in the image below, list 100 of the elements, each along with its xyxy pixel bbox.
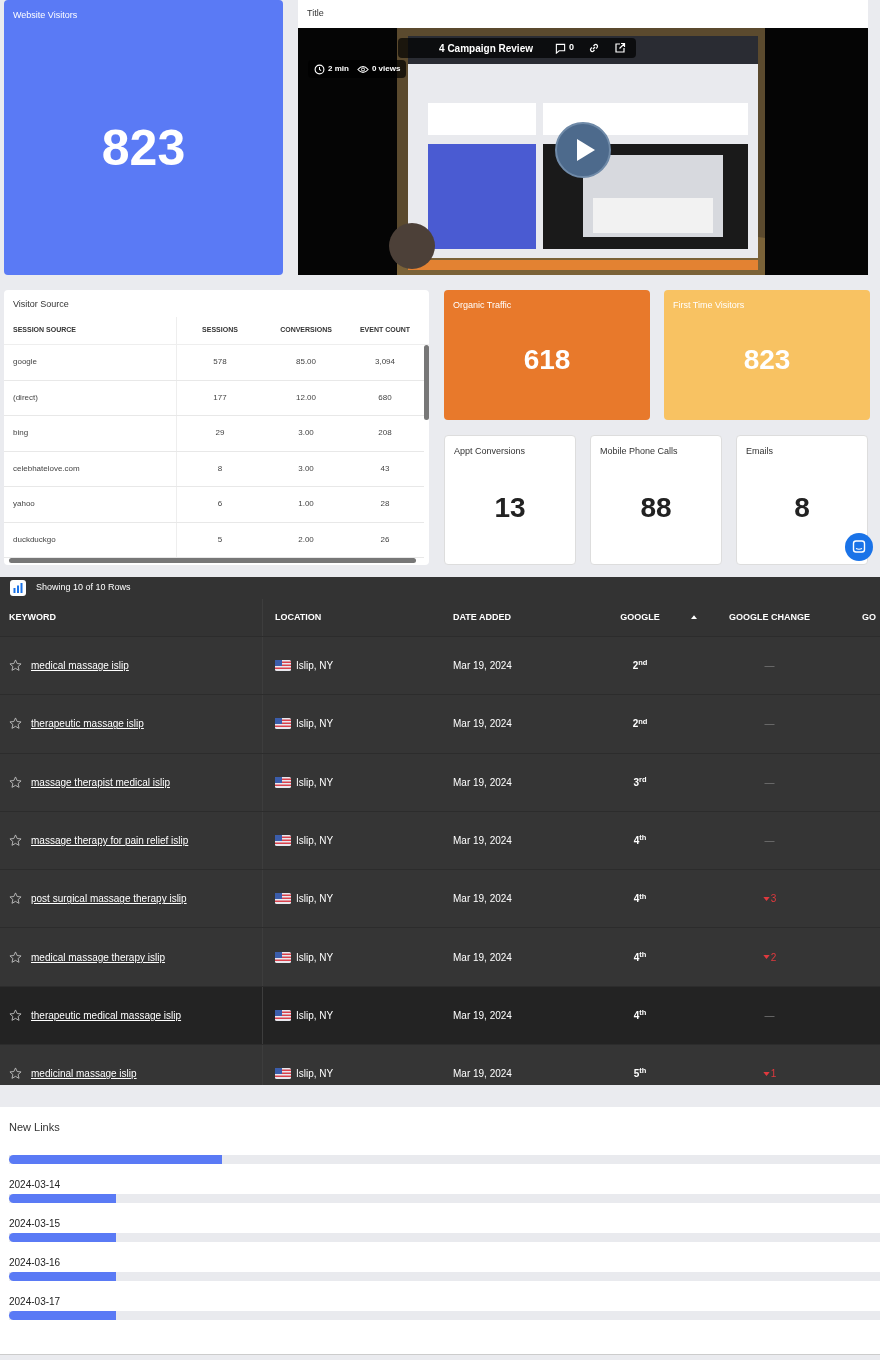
card-title: Mobile Phone Calls	[599, 445, 679, 458]
table-row[interactable]: medicinal massage islip Islip, NY Mar 19, 2024 5$^{th}$ 1	[0, 1044, 880, 1085]
date-text: Mar 19, 2024	[453, 950, 512, 965]
star-icon[interactable]	[9, 775, 22, 789]
sort-caret-icon[interactable]	[691, 615, 697, 619]
card-title: Organic Traffic	[452, 299, 513, 312]
table-cell: bing	[4, 416, 177, 451]
column-header[interactable]: DATE ADDED	[453, 599, 603, 636]
no-change-dash: —	[764, 775, 775, 790]
table-row[interactable]: massage therapy for pain relief islip Islip, NY Mar 19, 2024 4$^{th}$ —	[0, 810, 880, 870]
column-header[interactable]: GOOGLE	[603, 599, 677, 636]
table-cell: (direct)	[4, 380, 177, 415]
table-cell-text: 1.00	[297, 498, 315, 511]
star-icon[interactable]	[9, 1008, 22, 1022]
table-cell-text: 43	[379, 462, 391, 475]
keyword-link[interactable]: medical massage therapy islip	[31, 949, 165, 965]
keyword-link[interactable]: post surgical massage therapy islip	[31, 891, 187, 907]
keyword-link[interactable]: medicinal massage islip	[31, 1066, 137, 1082]
keyword-link[interactable]: massage therapist medical islip	[31, 774, 170, 790]
star-icon[interactable]	[9, 1067, 22, 1081]
column-header[interactable]: GOOGLE CHANGE	[677, 599, 862, 636]
date-text: Mar 19, 2024	[453, 1008, 512, 1023]
clock-icon	[314, 63, 325, 75]
table-cell-text: 6	[216, 498, 224, 511]
external-link-icon[interactable]	[614, 42, 626, 54]
rank-text: 3$^{rd}$	[633, 774, 647, 790]
no-change-dash: —	[764, 1008, 775, 1023]
table-row[interactable]: medical massage therapy islip Islip, NY Mar 19, 2024 4$^{th}$ 2	[0, 927, 880, 986]
row-count: Showing 10 of 10 Rows	[36, 581, 131, 595]
star-icon[interactable]	[9, 659, 22, 673]
location-text: Islip, NY	[296, 775, 334, 790]
down-arrow-icon	[762, 955, 770, 960]
keyword-link[interactable]: medical massage islip	[31, 658, 129, 674]
date-text: Mar 19, 2024	[453, 892, 512, 907]
metric-value: 823	[743, 343, 791, 378]
flag-icon	[275, 660, 291, 672]
star-icon[interactable]	[9, 892, 22, 906]
table-cell-text: 177	[212, 391, 228, 404]
keyword-link[interactable]: therapeutic massage islip	[31, 716, 144, 732]
table-cell: yahoo	[4, 487, 177, 522]
table-cell-text: 8	[216, 462, 224, 475]
flag-icon	[275, 951, 291, 963]
table-cell: google	[4, 345, 177, 380]
rank-text: 4$^{th}$	[633, 891, 647, 907]
table-cell-text: 578	[212, 356, 228, 369]
link-icon[interactable]	[588, 42, 600, 54]
star-icon[interactable]	[9, 834, 22, 848]
metric-value: 88	[640, 491, 672, 526]
location-text: Islip, NY	[296, 1067, 334, 1082]
date-text: Mar 19, 2024	[453, 1067, 512, 1082]
video-views: 0 views	[371, 63, 401, 75]
table-row[interactable]: medical massage islip Islip, NY Mar 19, 2024 2$^{nd}$ —	[0, 636, 880, 695]
chat-button[interactable]	[845, 533, 873, 561]
star-icon[interactable]	[9, 717, 22, 731]
flag-icon	[275, 835, 291, 847]
location-text: Islip, NY	[296, 717, 334, 732]
video-duration: 2 min	[328, 63, 349, 75]
keyword-link[interactable]: massage therapy for pain relief islip	[31, 833, 189, 849]
table-cell: celebhatelove.com	[4, 451, 177, 486]
column-header[interactable]: GO	[862, 599, 880, 636]
card-title: Website Visitors	[12, 9, 79, 22]
table-cell-text: 85.00	[295, 356, 317, 369]
date-label: 2024-03-16	[9, 1256, 62, 1270]
location-text: Islip, NY	[296, 1008, 334, 1023]
card-title: Visitor Source	[12, 298, 70, 311]
flag-icon	[275, 718, 291, 730]
table-cell: duckduckgo	[4, 522, 177, 557]
table-row[interactable]: therapeutic massage islip Islip, NY Mar 19, 2024 2$^{nd}$ —	[0, 694, 880, 753]
change-value: 2	[770, 950, 777, 965]
rank-text: 2$^{nd}$	[632, 716, 648, 732]
metric-value: 618	[523, 343, 571, 378]
no-change-dash: —	[764, 834, 775, 849]
date-label: 2024-03-14	[9, 1178, 62, 1192]
table-cell-text: 2.00	[297, 533, 315, 546]
flag-icon	[275, 1068, 291, 1080]
flag-icon	[275, 1009, 291, 1021]
date-label: 2024-03-17	[9, 1295, 62, 1309]
location-text: Islip, NY	[296, 659, 334, 674]
eye-icon	[356, 64, 369, 74]
date-text: Mar 19, 2024	[453, 775, 512, 790]
card-title: First Time Visitors	[672, 299, 746, 312]
flag-icon	[275, 893, 291, 905]
horizontal-scrollbar[interactable]	[9, 558, 416, 563]
comment-icon[interactable]	[555, 42, 566, 54]
table-row[interactable]: massage therapist medical islip Islip, NY Mar 19, 2024 3$^{rd}$ —	[0, 752, 880, 811]
location-text: Islip, NY	[296, 834, 334, 849]
play-button[interactable]	[555, 122, 611, 178]
table-cell-text: 3,094	[374, 356, 396, 369]
table-cell-text: 208	[377, 427, 393, 440]
table-cell-text: 28	[379, 498, 391, 511]
vertical-scrollbar[interactable]	[424, 345, 429, 420]
table-row[interactable]: therapeutic medical massage islip Islip, NY Mar 19, 2024 4$^{th}$ —	[0, 985, 880, 1045]
column-header[interactable]: LOCATION	[263, 599, 453, 636]
star-icon[interactable]	[9, 950, 22, 964]
location-text: Islip, NY	[296, 892, 334, 907]
keyword-link[interactable]: therapeutic medical massage islip	[31, 1007, 182, 1023]
metric-value: 13	[494, 491, 526, 526]
card-title: New Links	[8, 1120, 61, 1135]
table-row[interactable]: post surgical massage therapy islip Islip, NY Mar 19, 2024 4$^{th}$ 3	[0, 869, 880, 928]
bar-chart-icon	[10, 580, 26, 596]
